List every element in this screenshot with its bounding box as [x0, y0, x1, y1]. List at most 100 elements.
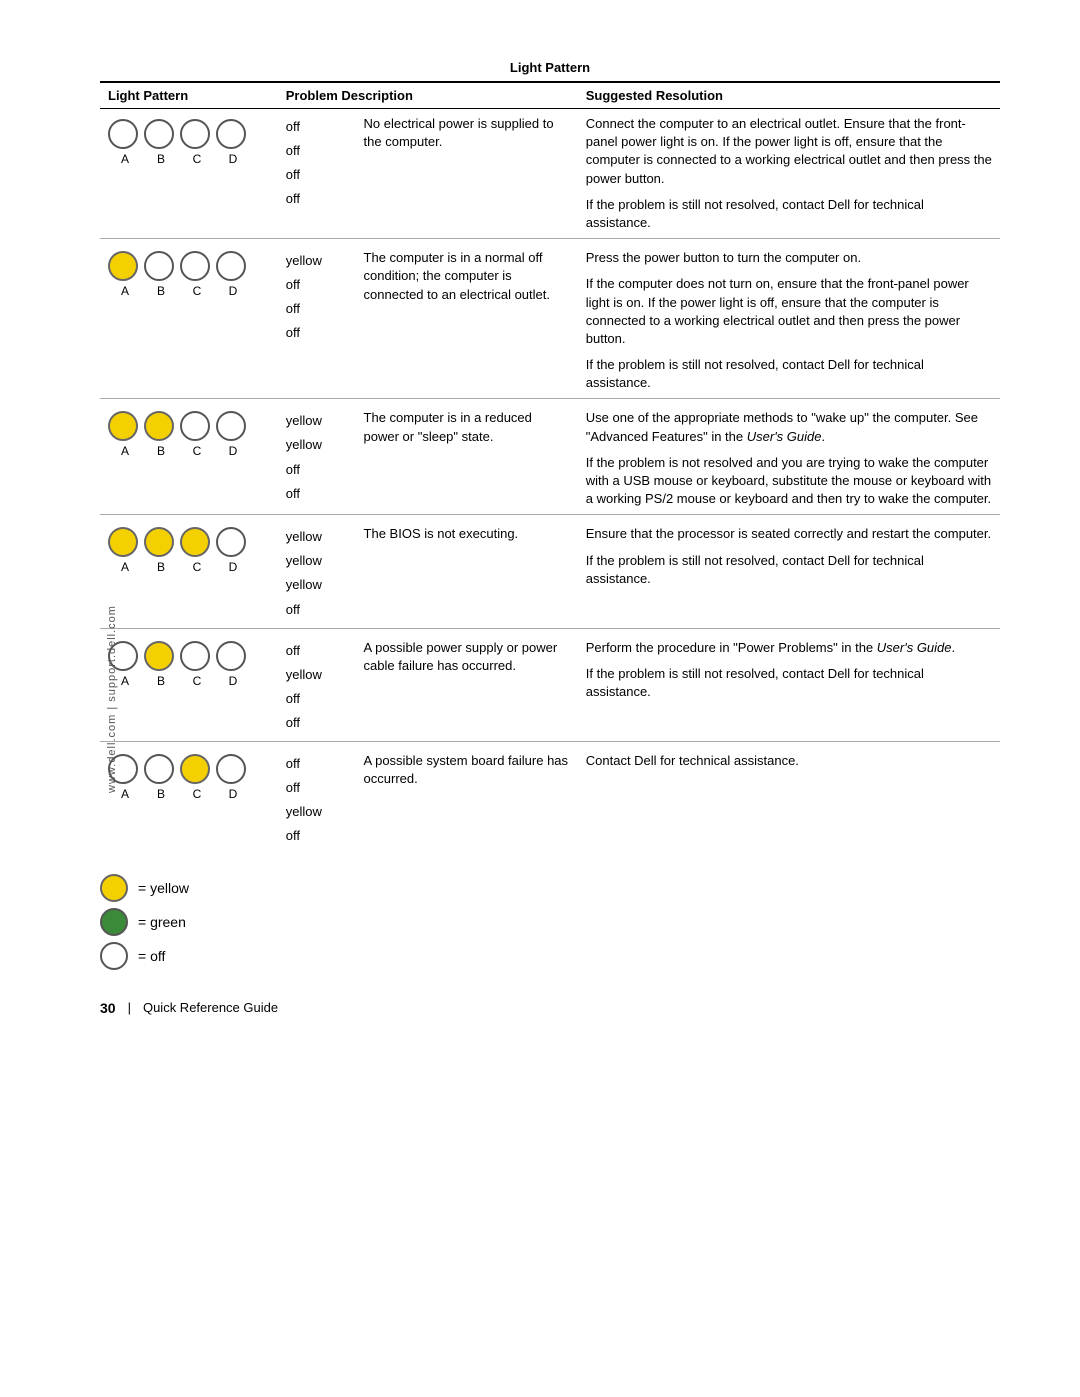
- footer-separator: |: [128, 1000, 131, 1015]
- abcd-label-b: B: [146, 673, 176, 690]
- resolution-paragraph: Ensure that the processor is seated corr…: [586, 525, 992, 543]
- status-line: off: [286, 273, 348, 297]
- diagnostic-table: Light Pattern Problem Description Sugges…: [100, 81, 1000, 854]
- resolution-paragraph: Connect the computer to an electrical ou…: [586, 115, 992, 188]
- light-circle-off: [180, 641, 210, 671]
- legend-section: = yellow= green= off: [100, 874, 1000, 970]
- abcd-label-d: D: [218, 151, 248, 168]
- abcd-label-d: D: [218, 283, 248, 300]
- col-header-resolution: Suggested Resolution: [578, 82, 1000, 109]
- status-cell: yellowyellowoffoff: [278, 399, 356, 515]
- resolution-paragraph: Contact Dell for technical assistance.: [586, 752, 992, 770]
- table-row: ABCDoffoffyellowoffA possible system boa…: [100, 741, 1000, 854]
- status-line: off: [286, 824, 348, 848]
- light-circle-off: [100, 942, 128, 970]
- table-row: ABCDyellowyellowyellowoffThe BIOS is not…: [100, 515, 1000, 628]
- legend-item-yellow: = yellow: [100, 874, 1000, 902]
- lights-row: [108, 411, 246, 441]
- status-cell: yellowoffoffoff: [278, 239, 356, 399]
- lights-row: [108, 527, 246, 557]
- problem-cell: A possible system board failure has occu…: [356, 741, 578, 854]
- light-pattern-cell: ABCD: [100, 741, 278, 854]
- status-line: off: [286, 482, 348, 506]
- abcd-label-a: A: [110, 559, 140, 576]
- abcd-labels: ABCD: [108, 283, 248, 300]
- light-pattern-cell: ABCD: [100, 399, 278, 515]
- resolution-cell: Connect the computer to an electrical ou…: [578, 109, 1000, 239]
- status-cell: offoffoffoff: [278, 109, 356, 239]
- resolution-cell: Press the power button to turn the compu…: [578, 239, 1000, 399]
- resolution-paragraph: Use one of the appropriate methods to "w…: [586, 409, 992, 445]
- resolution-paragraph: If the problem is still not resolved, co…: [586, 196, 992, 232]
- abcd-label-b: B: [146, 559, 176, 576]
- status-line: off: [286, 163, 348, 187]
- status-line: yellow: [286, 409, 348, 433]
- abcd-label-c: C: [182, 443, 212, 460]
- light-circle-yellow: [180, 754, 210, 784]
- problem-cell: The BIOS is not executing.: [356, 515, 578, 628]
- status-cell: yellowyellowyellowoff: [278, 515, 356, 628]
- light-circle-off: [144, 754, 174, 784]
- resolution-paragraph: If the computer does not turn on, ensure…: [586, 275, 992, 348]
- status-line: off: [286, 776, 348, 800]
- light-circle-off: [216, 411, 246, 441]
- resolution-cell: Perform the procedure in "Power Problems…: [578, 628, 1000, 741]
- resolution-paragraph: Perform the procedure in "Power Problems…: [586, 639, 992, 657]
- abcd-label-d: D: [218, 673, 248, 690]
- lights-group: ABCD: [108, 119, 270, 168]
- table-row: ABCD offoffoffoffNo electrical power is s…: [100, 109, 1000, 239]
- problem-cell: No electrical power is supplied to the c…: [356, 109, 578, 239]
- resolution-paragraph: If the problem is still not resolved, co…: [586, 665, 992, 701]
- abcd-label-b: B: [146, 283, 176, 300]
- abcd-labels: ABCD: [108, 559, 248, 576]
- status-line: off: [286, 458, 348, 482]
- light-circle-yellow: [108, 251, 138, 281]
- abcd-label-a: A: [110, 283, 140, 300]
- light-circle-yellow: [144, 527, 174, 557]
- legend-item-off: = off: [100, 942, 1000, 970]
- light-circle-yellow: [180, 527, 210, 557]
- resolution-cell: Use one of the appropriate methods to "w…: [578, 399, 1000, 515]
- abcd-labels: ABCD: [108, 786, 248, 803]
- abcd-label-b: B: [146, 151, 176, 168]
- table-row: ABCDyellowoffoffoffThe computer is in a …: [100, 239, 1000, 399]
- light-circle-off: [144, 251, 174, 281]
- abcd-label-b: B: [146, 786, 176, 803]
- abcd-label-b: B: [146, 443, 176, 460]
- status-line: off: [286, 639, 348, 663]
- abcd-label-c: C: [182, 673, 212, 690]
- problem-cell: The computer is in a normal off conditio…: [356, 239, 578, 399]
- abcd-labels: ABCD: [108, 443, 248, 460]
- light-circle-off: [180, 119, 210, 149]
- problem-cell: The computer is in a reduced power or "s…: [356, 399, 578, 515]
- status-line: off: [286, 711, 348, 735]
- abcd-label-c: C: [182, 559, 212, 576]
- abcd-label-c: C: [182, 283, 212, 300]
- abcd-label-c: C: [182, 786, 212, 803]
- status-cell: offoffyellowoff: [278, 741, 356, 854]
- page-container: www.dell.com | support.dell.com Light Pa…: [0, 0, 1080, 1397]
- light-pattern-cell: ABCD: [100, 515, 278, 628]
- legend-label-off: = off: [138, 948, 165, 964]
- abcd-labels: ABCD: [108, 151, 248, 168]
- status-line: yellow: [286, 249, 348, 273]
- light-circle-off: [108, 119, 138, 149]
- lights-group: ABCD: [108, 527, 270, 576]
- light-circle-yellow: [144, 411, 174, 441]
- status-line: yellow: [286, 800, 348, 824]
- table-row: ABCDyellowyellowoffoffThe computer is in…: [100, 399, 1000, 515]
- light-circle-yellow: [108, 411, 138, 441]
- lights-row: [108, 119, 246, 149]
- status-line: yellow: [286, 549, 348, 573]
- light-circle-off: [216, 641, 246, 671]
- col-header-problem: Problem Description: [278, 82, 578, 109]
- page-title: Light Pattern: [100, 60, 1000, 75]
- abcd-label-d: D: [218, 559, 248, 576]
- status-line: yellow: [286, 663, 348, 687]
- lights-group: ABCD: [108, 641, 270, 690]
- light-pattern-cell: ABCD: [100, 628, 278, 741]
- page-number: 30: [100, 1000, 116, 1016]
- lights-row: [108, 754, 246, 784]
- footer-text: Quick Reference Guide: [143, 1000, 278, 1015]
- abcd-label-d: D: [218, 786, 248, 803]
